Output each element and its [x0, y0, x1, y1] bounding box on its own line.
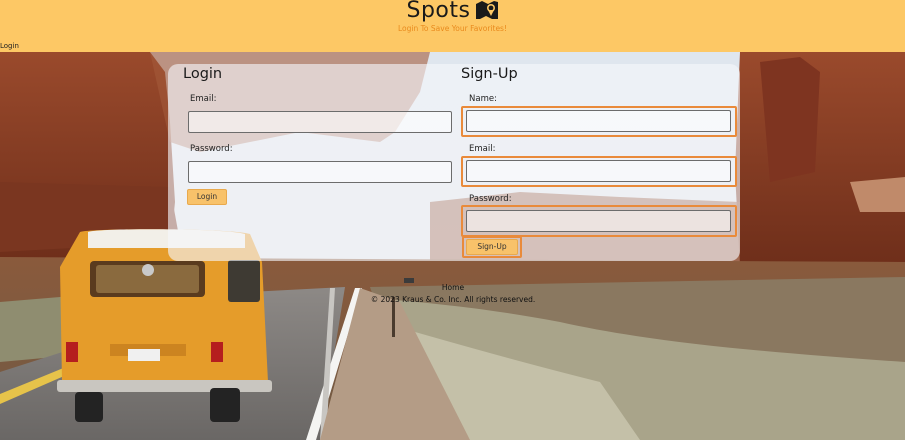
login-email-label: Email:	[190, 94, 217, 104]
signup-button[interactable]: Sign-Up	[466, 239, 518, 255]
signup-title: Sign-Up	[461, 66, 518, 82]
auth-card: Login Email: Password: Login Sign-Up Nam…	[168, 64, 740, 261]
signup-password-label: Password:	[469, 194, 512, 204]
signup-name-input[interactable]	[466, 110, 731, 132]
login-password-input[interactable]	[188, 161, 452, 183]
login-title: Login	[183, 66, 223, 82]
signup-email-label: Email:	[469, 144, 496, 154]
footer-copyright: © 2023 Kraus & Co. Inc. All rights reser…	[370, 295, 536, 304]
site-header: Spots Login To Save Your Favorites! Logi…	[0, 0, 905, 52]
login-password-label: Password:	[190, 144, 233, 154]
login-email-input[interactable]	[188, 111, 452, 133]
tagline: Login To Save Your Favorites!	[398, 24, 507, 33]
brand[interactable]: Spots	[0, 0, 905, 26]
signup-email-input[interactable]	[466, 160, 731, 182]
footer-home-link[interactable]: Home	[430, 283, 476, 292]
nav-login-link[interactable]: Login	[0, 42, 19, 50]
signup-password-input[interactable]	[466, 210, 731, 232]
brand-title: Spots	[406, 0, 471, 23]
login-button[interactable]: Login	[187, 189, 227, 205]
signup-name-label: Name:	[469, 94, 497, 104]
map-icon	[476, 0, 499, 26]
